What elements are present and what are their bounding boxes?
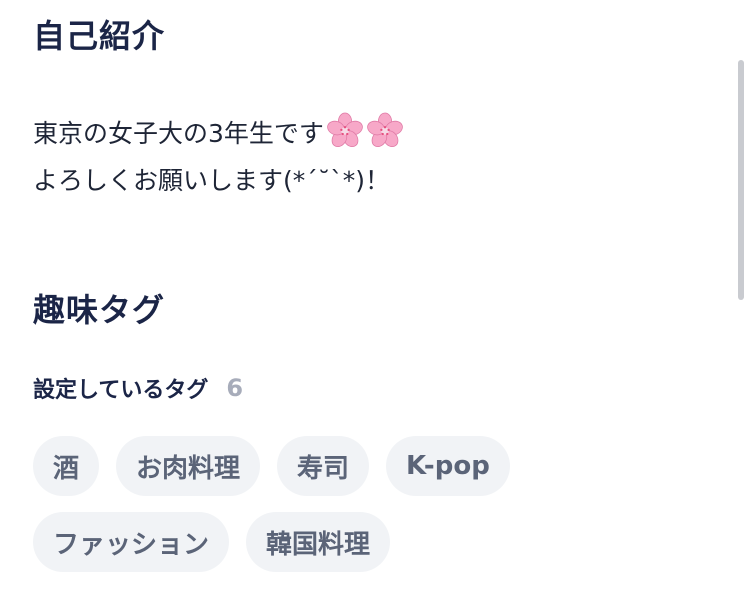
tag-chip[interactable]: お肉料理 xyxy=(116,436,261,496)
tag-chip[interactable]: 韓国料理 xyxy=(246,512,391,572)
tag-chip[interactable]: 寿司 xyxy=(277,436,370,496)
tag-list: 酒 お肉料理 寿司 K-pop ファッション 韓国料理 xyxy=(33,436,653,572)
tag-chip[interactable]: K-pop xyxy=(386,436,510,496)
bio-line-1: 東京の女子大の3年生です xyxy=(33,110,404,157)
bio-line-1-text: 東京の女子大の3年生です xyxy=(33,119,324,148)
tag-chip[interactable]: ファッション xyxy=(33,512,230,572)
intro-section-title: 自己紹介 xyxy=(33,17,166,55)
bio-line-2: よろしくお願いします(*´˘`*)！ xyxy=(33,166,391,195)
tag-subheader: 設定しているタグ 6 xyxy=(33,372,243,404)
scrollbar[interactable] xyxy=(738,60,744,300)
cherry-blossom-icon xyxy=(327,112,363,148)
tag-chip[interactable]: 酒 xyxy=(33,436,100,496)
tag-subheader-label: 設定しているタグ xyxy=(33,378,209,403)
bio-text: 東京の女子大の3年生です よろしくお願いします(*´˘`*)！ xyxy=(33,110,404,204)
tag-count: 6 xyxy=(226,374,244,402)
hobby-tags-section-title: 趣味タグ xyxy=(33,291,166,329)
cherry-blossom-icon xyxy=(367,112,403,148)
